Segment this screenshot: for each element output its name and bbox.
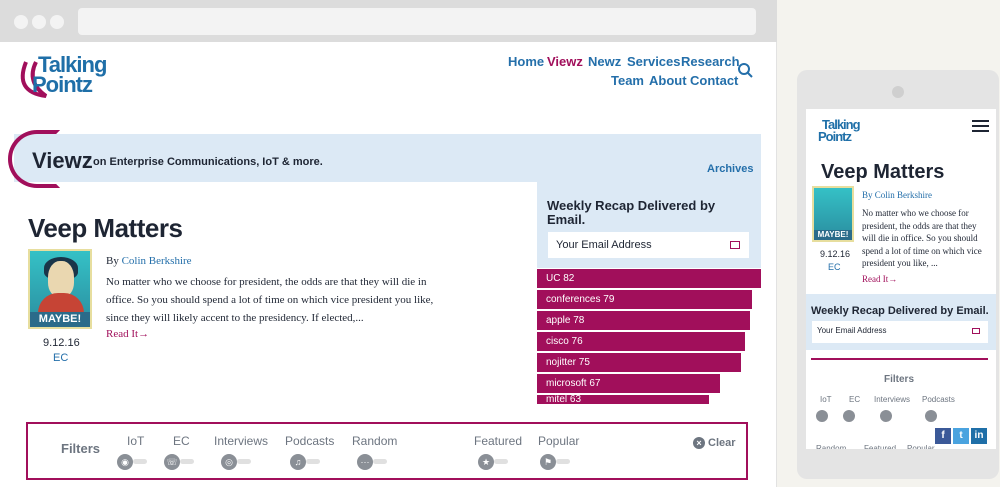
- tag-bar[interactable]: nojitter 75: [537, 353, 741, 372]
- filter-toggle[interactable]: [237, 459, 251, 464]
- clear-label: Clear: [708, 437, 736, 449]
- random-icon[interactable]: ···: [357, 454, 373, 470]
- linkedin-icon[interactable]: in: [971, 428, 987, 444]
- byline: By Colin Berkshire: [106, 255, 192, 267]
- mobile-thumbnail-label: MAYBE!: [814, 230, 852, 240]
- read-it-link[interactable]: Read It→: [106, 328, 149, 340]
- close-icon: ×: [693, 437, 705, 449]
- filter-label-featured: Featured: [474, 434, 523, 448]
- nav-team[interactable]: Team: [611, 73, 644, 88]
- post-title[interactable]: Veep Matters: [28, 213, 183, 244]
- tag-bar[interactable]: mitel 63: [537, 395, 709, 404]
- search-icon[interactable]: [738, 63, 754, 79]
- window-dot: [32, 15, 46, 29]
- ec-icon[interactable]: [843, 410, 855, 422]
- star-icon[interactable]: ★: [478, 454, 494, 470]
- logo-line2: Pointz: [32, 72, 93, 97]
- filter-toggle[interactable]: [373, 459, 387, 464]
- tag-bar[interactable]: apple 78: [537, 311, 750, 330]
- bookmark-icon[interactable]: ⚑: [540, 454, 556, 470]
- interviews-icon[interactable]: [880, 410, 892, 422]
- filter-label-iot: IoT: [127, 434, 145, 448]
- mobile-divider: [811, 358, 988, 360]
- mobile-filter-label: Featured: [864, 444, 897, 449]
- filters-bar: [26, 422, 748, 480]
- interviews-icon[interactable]: ◎: [221, 454, 237, 470]
- archives-link[interactable]: Archives: [707, 163, 753, 175]
- mobile-mail-icon[interactable]: [972, 328, 980, 334]
- nav-home[interactable]: Home: [508, 54, 544, 69]
- mobile-post-date: 9.12.16: [820, 249, 851, 259]
- mobile-post-title[interactable]: Veep Matters: [821, 161, 944, 184]
- filter-toggle[interactable]: [306, 459, 320, 464]
- section-subtitle: on Enterprise Communications, IoT & more…: [93, 156, 323, 168]
- mobile-email-field[interactable]: Your Email Address: [812, 321, 988, 343]
- mobile-filter-label: IoT: [820, 395, 832, 404]
- mobile-filter-label: Popular: [907, 444, 935, 449]
- filter-toggle[interactable]: [494, 459, 508, 464]
- filters-label: Filters: [61, 441, 101, 456]
- ec-icon[interactable]: ☏: [164, 454, 180, 470]
- email-field[interactable]: Your Email Address: [547, 231, 750, 259]
- recap-title: Weekly Recap Delivered by Email.: [547, 198, 716, 227]
- twitter-icon[interactable]: t: [953, 428, 969, 444]
- address-bar[interactable]: [78, 8, 756, 35]
- iot-icon[interactable]: [816, 410, 828, 422]
- clear-filters-button[interactable]: × Clear: [693, 437, 736, 449]
- mobile-logo-line2: Pointz: [818, 129, 852, 144]
- mail-icon[interactable]: [730, 241, 740, 249]
- mobile-filters-label: Filters: [884, 374, 915, 385]
- filter-label-ec: EC: [173, 434, 190, 448]
- post-thumbnail[interactable]: MAYBE!: [28, 249, 92, 329]
- mobile-email-placeholder: Your Email Address: [817, 326, 887, 335]
- site-logo[interactable]: Talking Pointz: [16, 52, 121, 104]
- tag-bar[interactable]: cisco 76: [537, 332, 745, 351]
- mobile-excerpt: No matter who we choose for president, t…: [862, 208, 982, 268]
- thumbnail-face: [48, 261, 74, 297]
- mobile-byline[interactable]: By Colin Berkshire: [862, 190, 932, 200]
- mobile-thumbnail[interactable]: MAYBE!: [812, 186, 854, 242]
- post-excerpt: No matter who we choose for president, t…: [106, 276, 434, 324]
- browser-chrome: [0, 0, 777, 42]
- mobile-post-tag[interactable]: EC: [828, 262, 841, 272]
- iot-icon[interactable]: ◉: [117, 454, 133, 470]
- email-placeholder: Your Email Address: [556, 239, 652, 251]
- thumbnail-label: MAYBE!: [30, 312, 90, 327]
- podcasts-icon[interactable]: [925, 410, 937, 422]
- post-tag[interactable]: EC: [53, 352, 68, 364]
- facebook-icon[interactable]: f: [935, 428, 951, 444]
- nav-about[interactable]: About: [649, 73, 687, 88]
- tag-bar[interactable]: UC 82: [537, 269, 761, 288]
- filter-toggle[interactable]: [133, 459, 147, 464]
- nav-research[interactable]: Research: [681, 54, 740, 69]
- byline-prefix: By: [106, 255, 119, 267]
- window-dot: [50, 15, 64, 29]
- phone-camera: [892, 86, 904, 98]
- section-title: Viewz: [32, 148, 93, 173]
- podcasts-icon[interactable]: ♫: [290, 454, 306, 470]
- hamburger-icon[interactable]: [972, 120, 989, 132]
- mobile-filter-label: EC: [849, 395, 861, 404]
- mobile-recap-title: Weekly Recap Delivered by Email.: [811, 305, 989, 317]
- filter-toggle[interactable]: [180, 459, 194, 464]
- mobile-read-it-link[interactable]: Read It→: [862, 274, 897, 284]
- mobile-filter-label: Random: [816, 444, 847, 449]
- author-link[interactable]: Colin Berkshire: [122, 255, 192, 267]
- post-date: 9.12.16: [43, 337, 80, 349]
- filter-label-popular: Popular: [538, 434, 580, 448]
- mobile-filter-label: Podcasts: [922, 395, 955, 404]
- nav-newz[interactable]: Newz: [588, 54, 621, 69]
- window-dot: [14, 15, 28, 29]
- tag-bar[interactable]: microsoft 67: [537, 374, 720, 393]
- thumbnail-body: [38, 293, 84, 313]
- tag-bar[interactable]: conferences 79: [537, 290, 752, 309]
- filter-label-random: Random: [352, 434, 398, 448]
- nav-services[interactable]: Services: [627, 54, 681, 69]
- nav-contact[interactable]: Contact: [690, 73, 738, 88]
- filter-toggle[interactable]: [556, 459, 570, 464]
- filter-label-interviews: Interviews: [214, 434, 269, 448]
- mobile-filter-label: Interviews: [874, 395, 911, 404]
- nav-viewz[interactable]: Viewz: [547, 54, 583, 69]
- filter-label-podcasts: Podcasts: [285, 434, 335, 448]
